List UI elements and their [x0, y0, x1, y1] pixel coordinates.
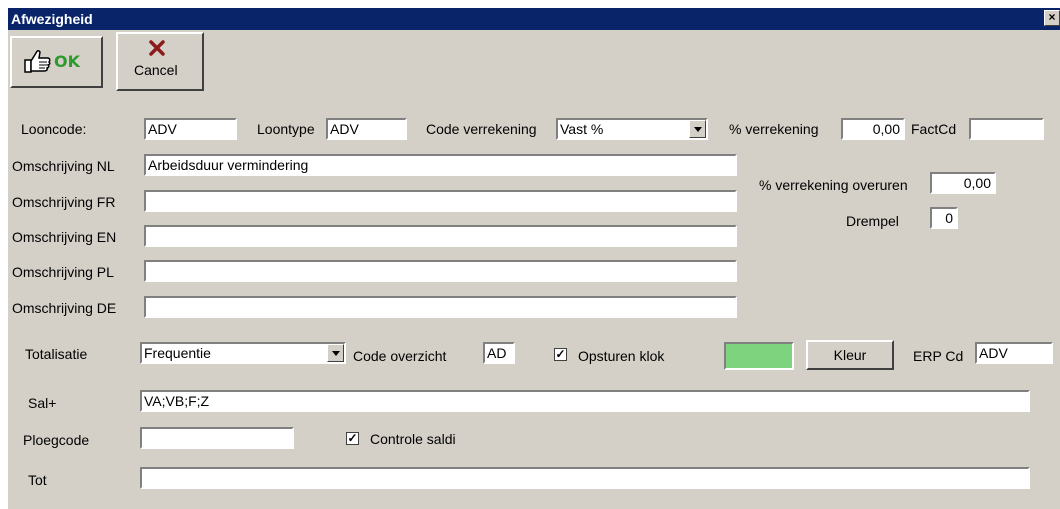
opsturen-klok-label: Opsturen klok [578, 348, 665, 364]
omschrijving-fr-label: Omschrijving FR [12, 194, 116, 210]
erp-cd-label: ERP Cd [913, 348, 964, 364]
omschrijving-de-input[interactable] [144, 296, 737, 318]
kleur-button[interactable]: Kleur [806, 340, 894, 370]
cancel-button[interactable]: Cancel [116, 32, 204, 91]
omschrijving-nl-label: Omschrijving NL [12, 158, 115, 174]
code-verrekening-label: Code verrekening [426, 121, 537, 137]
controle-saldi-label: Controle saldi [370, 431, 456, 447]
omschrijving-nl-input[interactable]: Arbeidsduur vermindering [144, 154, 737, 176]
chevron-down-icon[interactable] [327, 344, 344, 362]
omschrijving-pl-label: Omschrijving PL [12, 264, 114, 280]
omschrijving-en-input[interactable] [144, 225, 737, 247]
opsturen-klok-checkbox[interactable]: ✓ [554, 348, 567, 361]
omschrijving-en-label: Omschrijving EN [12, 229, 117, 245]
code-overzicht-label: Code overzicht [353, 348, 447, 364]
cancel-x-icon [149, 40, 165, 56]
totalisatie-select[interactable]: Frequentie [140, 342, 346, 364]
looncode-input[interactable]: ADV [144, 118, 237, 140]
omschrijving-de-label: Omschrijving DE [12, 300, 117, 316]
looncode-label: Looncode: [21, 121, 87, 137]
loontype-input[interactable]: ADV [326, 118, 407, 140]
code-verrekening-value: Vast % [560, 121, 604, 137]
close-button[interactable]: × [1044, 10, 1060, 26]
controle-saldi-checkbox[interactable]: ✓ [346, 432, 359, 445]
ok-label: OK [54, 52, 80, 71]
ploegcode-label: Ploegcode [23, 432, 90, 448]
omschrijving-pl-input[interactable] [144, 260, 737, 282]
sal-plus-input[interactable]: VA;VB;F;Z [140, 390, 1030, 412]
totalisatie-value: Frequentie [144, 345, 211, 361]
pct-overuren-label: % verrekening overuren [759, 177, 908, 193]
drempel-label: Drempel [846, 213, 899, 229]
ok-button[interactable]: OK [10, 36, 103, 88]
tot-input[interactable] [140, 467, 1030, 489]
title-bar: Afwezigheid × [8, 8, 1060, 30]
pct-overuren-input[interactable]: 0,00 [930, 172, 996, 194]
kleur-color-swatch [724, 342, 794, 370]
chevron-down-icon[interactable] [689, 120, 706, 138]
dialog-window: Afwezigheid × OK Cancel Looncode: ADV Lo… [8, 8, 1060, 509]
thumbs-up-icon [24, 49, 51, 73]
totalisatie-label: Totalisatie [25, 346, 88, 362]
factcd-label: FactCd [911, 121, 957, 137]
factcd-input[interactable] [969, 118, 1044, 140]
pct-verrekening-label: % verrekening [729, 121, 819, 137]
pct-verrekening-input[interactable]: 0,00 [841, 118, 905, 140]
code-verrekening-select[interactable]: Vast % [556, 118, 708, 140]
window-title: Afwezigheid [11, 11, 93, 27]
cancel-label: Cancel [134, 62, 178, 78]
omschrijving-fr-input[interactable] [144, 190, 737, 212]
ploegcode-input[interactable] [140, 427, 294, 449]
erp-cd-input[interactable]: ADV [975, 342, 1053, 364]
code-overzicht-input[interactable]: AD [483, 342, 515, 364]
drempel-input[interactable]: 0 [930, 207, 958, 229]
sal-plus-label: Sal+ [28, 395, 57, 411]
loontype-label: Loontype [257, 121, 315, 137]
tot-label: Tot [28, 472, 47, 488]
